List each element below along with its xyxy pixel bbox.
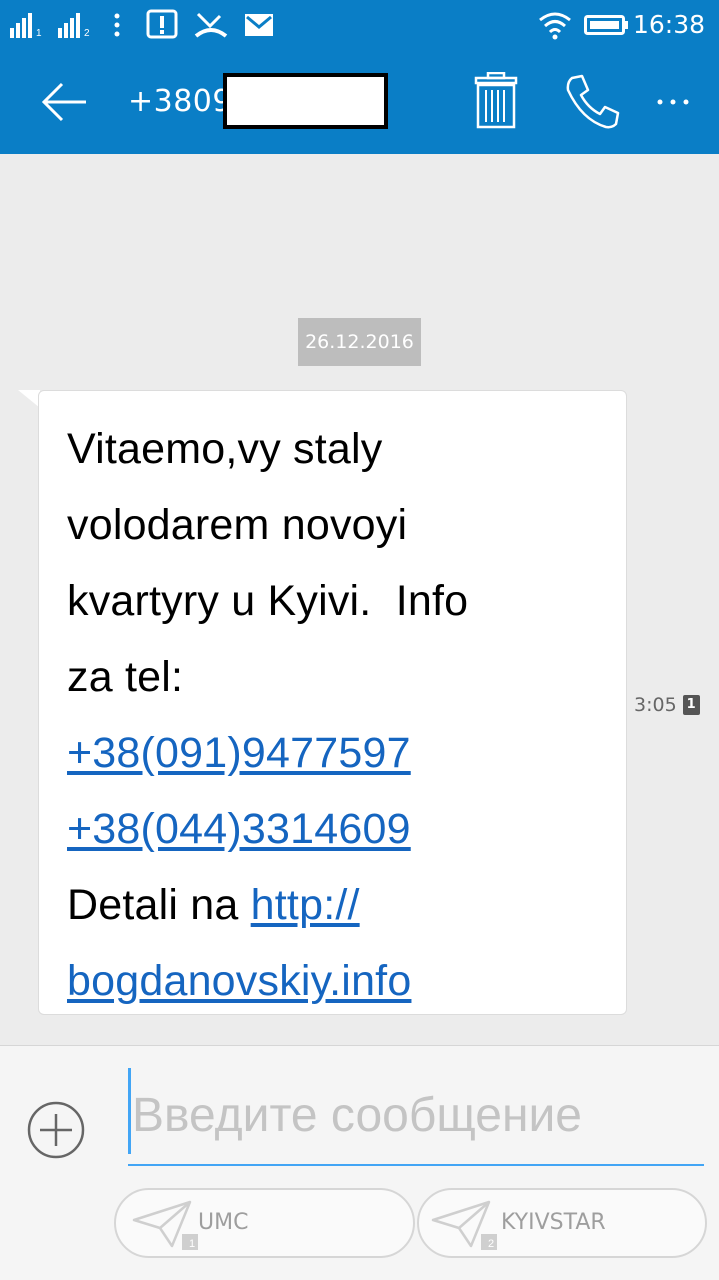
message-meta: 3:05 1 bbox=[634, 690, 700, 720]
missed-call-icon bbox=[194, 0, 228, 50]
sim1-label: 1 bbox=[36, 27, 42, 39]
battery-icon bbox=[584, 0, 630, 50]
url-link-part2[interactable]: bogdanovskiy.info bbox=[67, 957, 411, 1005]
send-sim1-label: UMC bbox=[198, 1210, 249, 1235]
status-bar: 1 2 16:38 bbox=[0, 0, 719, 50]
text-caret bbox=[128, 1068, 131, 1154]
plus-circle-icon bbox=[27, 1101, 85, 1159]
signal-sim1-icon: 1 bbox=[10, 0, 42, 50]
alert-notification-icon bbox=[146, 0, 178, 50]
wifi-icon bbox=[538, 0, 572, 50]
message-line: volodarem novoyi bbox=[67, 501, 408, 549]
phone-link-2[interactable]: +38(044)3314609 bbox=[67, 805, 411, 853]
phone-icon[interactable] bbox=[562, 72, 622, 132]
more-vert-icon bbox=[112, 0, 122, 50]
gmail-icon bbox=[244, 0, 274, 50]
phone-link-1[interactable]: +38(091)9477597 bbox=[67, 729, 411, 777]
detail-prefix: Detali na bbox=[67, 881, 251, 929]
status-time: 16:38 bbox=[632, 10, 705, 39]
bubble-tail bbox=[18, 390, 40, 408]
send-sim1-button[interactable]: 1 UMC bbox=[114, 1188, 415, 1258]
message-line: Vitaemo,vy staly bbox=[67, 425, 383, 473]
more-horiz-icon[interactable] bbox=[650, 72, 710, 132]
url-link-part1[interactable]: http:// bbox=[251, 881, 360, 929]
date-divider: 26.12.2016 bbox=[298, 318, 421, 366]
message-text: Vitaemo,vy staly volodarem novoyi kvarty… bbox=[67, 411, 606, 1019]
add-attachment-button[interactable] bbox=[26, 1100, 86, 1160]
action-bar: +38090 bbox=[0, 50, 719, 154]
message-input-wrap bbox=[128, 1068, 704, 1166]
sim2-label: 2 bbox=[84, 27, 90, 39]
message-input[interactable] bbox=[132, 1068, 702, 1162]
trash-icon[interactable] bbox=[466, 71, 526, 132]
message-line: za tel: bbox=[67, 653, 184, 701]
send-sim2-button[interactable]: 2 KYIVSTAR bbox=[417, 1188, 707, 1258]
signal-sim2-icon: 2 bbox=[58, 0, 90, 50]
send-sim2-label: KYIVSTAR bbox=[501, 1210, 606, 1235]
message-time: 3:05 bbox=[634, 694, 677, 716]
send-sim2-badge: 2 bbox=[487, 1238, 495, 1250]
back-arrow-icon[interactable] bbox=[36, 72, 96, 132]
redaction-box bbox=[223, 73, 388, 129]
send-sim1-badge: 1 bbox=[188, 1238, 196, 1250]
message-bubble[interactable]: Vitaemo,vy staly volodarem novoyi kvarty… bbox=[38, 390, 627, 1015]
message-line: kvartyry u Kyivi. Info bbox=[67, 577, 469, 625]
sim-badge: 1 bbox=[682, 695, 700, 715]
